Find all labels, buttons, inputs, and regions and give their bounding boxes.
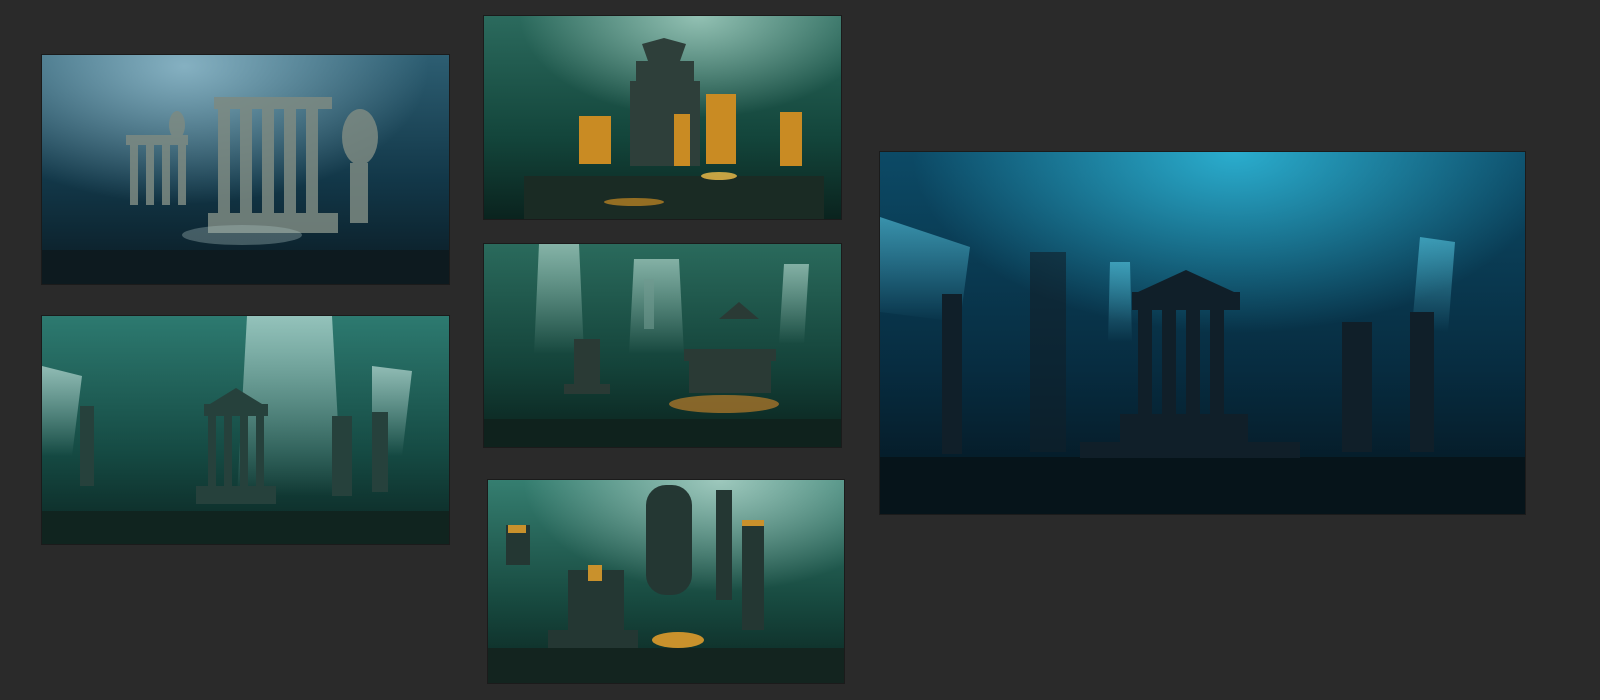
gallery-image-4[interactable] xyxy=(484,244,841,447)
underwater-blue-temple-image xyxy=(880,152,1525,514)
image-gallery xyxy=(0,0,1600,700)
gallery-image-6[interactable] xyxy=(880,152,1525,514)
underwater-towers-image xyxy=(488,480,844,683)
underwater-pagoda-image xyxy=(484,16,841,219)
underwater-city-image xyxy=(484,244,841,447)
underwater-ruins-image xyxy=(42,316,449,544)
gallery-image-1[interactable] xyxy=(42,55,449,284)
gallery-image-2[interactable] xyxy=(484,16,841,219)
underwater-temple-image xyxy=(42,55,449,284)
gallery-image-3[interactable] xyxy=(42,316,449,544)
gallery-image-5[interactable] xyxy=(488,480,844,683)
